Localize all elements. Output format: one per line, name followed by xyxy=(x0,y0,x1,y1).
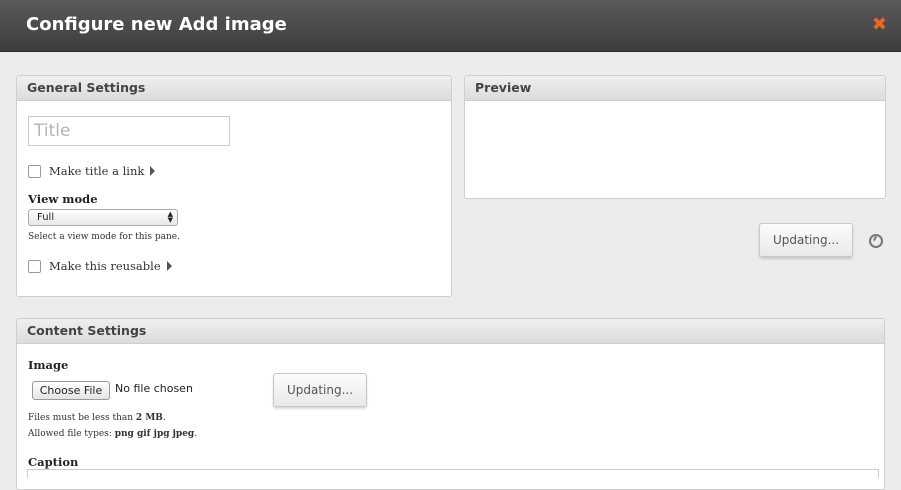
upload-update-button[interactable]: Updating... xyxy=(273,373,367,407)
general-settings-heading: General Settings xyxy=(17,76,451,101)
choose-file-button[interactable]: Choose File xyxy=(32,381,110,400)
content-settings-heading: Content Settings xyxy=(17,319,884,344)
select-arrows-icon: ▲ ▼ xyxy=(167,210,173,224)
title-input[interactable] xyxy=(28,116,230,146)
preview-update-button[interactable]: Updating... xyxy=(759,223,853,257)
make-title-link-checkbox[interactable] xyxy=(28,164,41,178)
caption-input[interactable] xyxy=(27,469,879,478)
view-mode-select[interactable]: Full ▲ ▼ xyxy=(28,209,178,226)
view-mode-label: View mode xyxy=(28,192,98,206)
caption-label: Caption xyxy=(28,455,79,469)
loading-spinner-icon xyxy=(869,234,883,248)
close-icon[interactable]: ✖ xyxy=(872,14,887,35)
no-file-chosen-text: No file chosen xyxy=(115,382,193,395)
dialog-title: Configure new Add image xyxy=(26,14,287,35)
make-reusable-label: Make this reusable xyxy=(49,259,161,273)
expand-triangle-icon[interactable] xyxy=(166,261,172,271)
make-reusable-checkbox[interactable] xyxy=(28,259,41,273)
view-mode-description: Select a view mode for this pane. xyxy=(28,232,180,242)
general-settings-panel: General Settings Make title a link View … xyxy=(16,75,452,297)
make-title-link-label: Make title a link xyxy=(49,164,145,178)
preview-panel: Preview xyxy=(464,75,886,199)
image-label: Image xyxy=(28,358,69,372)
preview-heading: Preview xyxy=(465,76,885,101)
content-settings-panel: Content Settings Image Choose File No fi… xyxy=(16,318,885,490)
file-types-description: Allowed file types: png gif jpg jpeg. xyxy=(28,429,198,439)
view-mode-value: Full xyxy=(37,212,55,223)
make-reusable-row[interactable]: Make this reusable xyxy=(28,259,172,273)
dialog-titlebar: Configure new Add image ✖ xyxy=(0,0,901,52)
expand-triangle-icon[interactable] xyxy=(150,166,156,176)
make-title-link-row[interactable]: Make title a link xyxy=(28,164,156,178)
file-size-description: Files must be less than 2 MB. xyxy=(28,413,166,423)
